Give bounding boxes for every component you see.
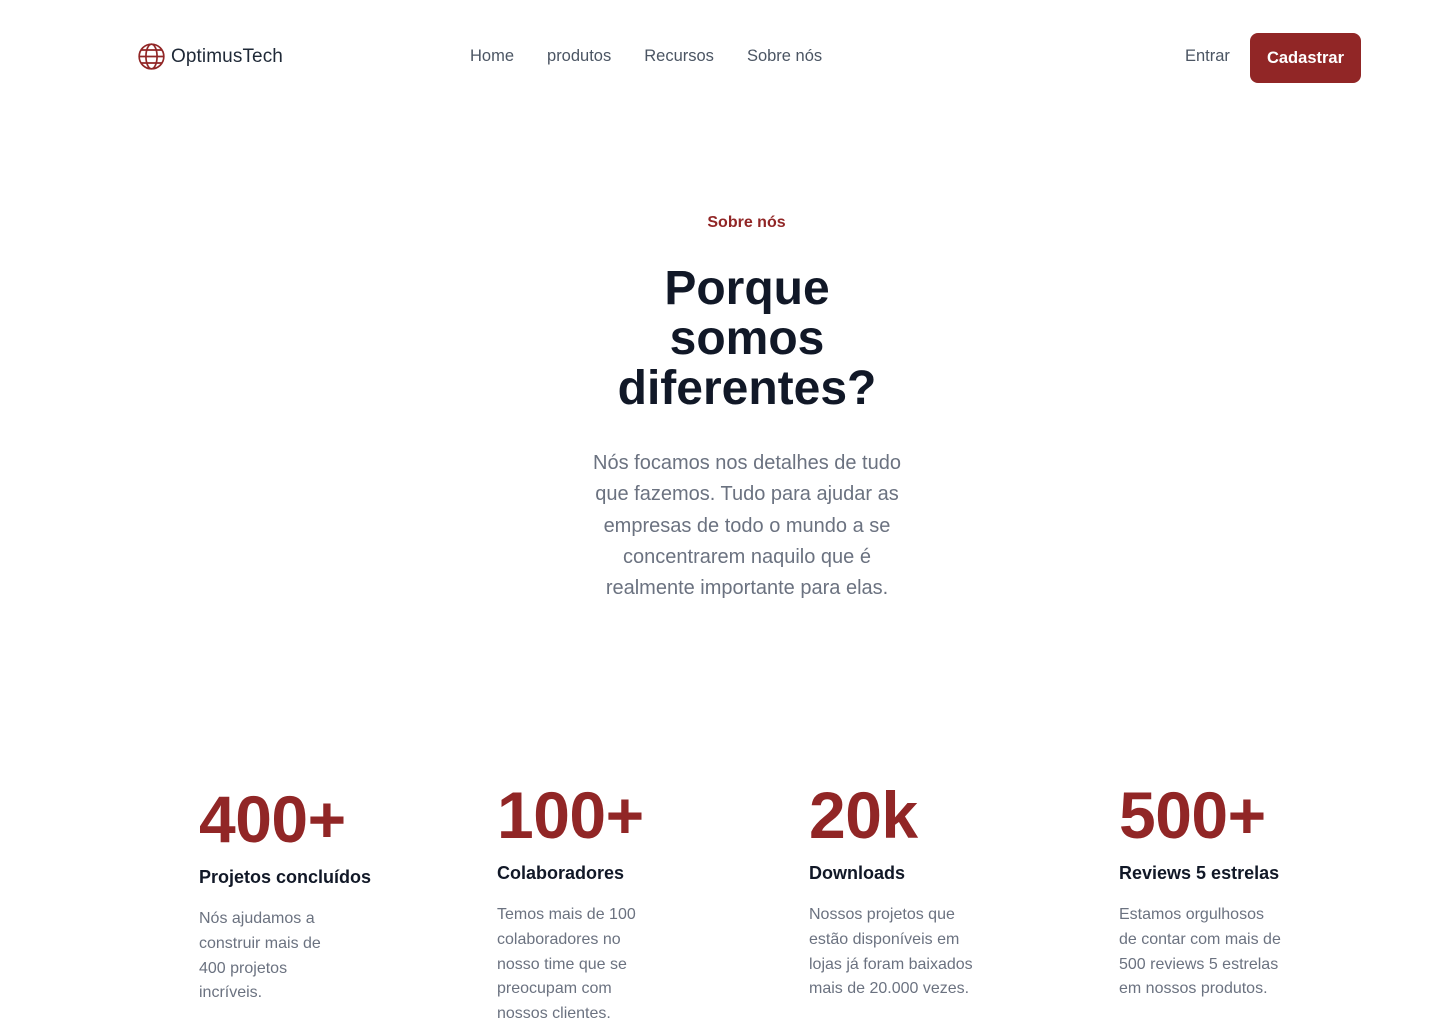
globe-icon bbox=[137, 42, 166, 71]
stat-label: Reviews 5 estrelas bbox=[1119, 863, 1280, 883]
stat-card-reviews: 500+ Reviews 5 estrelas Estamos orgulhos… bbox=[1119, 782, 1319, 1002]
stat-label: Projetos concluídos bbox=[199, 867, 372, 887]
main-menu: Home produtos Recursos Sobre nós bbox=[470, 47, 822, 66]
stat-value: 20k bbox=[809, 778, 918, 852]
stat-label: Downloads bbox=[809, 863, 906, 883]
stat-label: Colaboradores bbox=[497, 863, 625, 883]
stat-description: Temos mais de 100 colaboradores no nosso… bbox=[497, 906, 636, 1023]
stat-value: 100+ bbox=[497, 778, 644, 852]
signin-link[interactable]: Entrar bbox=[1185, 47, 1230, 66]
page-title: Porque somos diferentes? bbox=[617, 262, 877, 415]
nav-link-home[interactable]: Home bbox=[470, 47, 514, 66]
stat-value: 400+ bbox=[199, 782, 346, 856]
section-description: Nós focamos nos detalhes de tudo que faz… bbox=[593, 452, 901, 600]
top-navigation: OptimusTech Home produtos Recursos Sobre… bbox=[0, 0, 1440, 116]
nav-link-produtos[interactable]: produtos bbox=[547, 47, 611, 66]
stat-card-downloads: 20k Downloads Nossos projetos que estão … bbox=[809, 782, 1009, 1002]
signup-button[interactable]: Cadastrar bbox=[1250, 33, 1361, 83]
stat-description: Estamos orgulhosos de contar com mais de… bbox=[1119, 906, 1281, 998]
stat-card-colaboradores: 100+ Colaboradores Temos mais de 100 col… bbox=[497, 782, 697, 1024]
section-eyebrow: Sobre nós bbox=[707, 214, 786, 231]
brand-logo[interactable]: OptimusTech bbox=[137, 42, 283, 71]
stat-description: Nós ajudamos a construir mais de 400 pro… bbox=[199, 910, 321, 1002]
stat-description: Nossos projetos que estão disponíveis em… bbox=[809, 906, 973, 998]
nav-link-sobre-nos[interactable]: Sobre nós bbox=[747, 47, 822, 66]
stat-value: 500+ bbox=[1119, 778, 1266, 852]
nav-link-recursos[interactable]: Recursos bbox=[644, 47, 714, 66]
stat-card-projetos: 400+ Projetos concluídos Nós ajudamos a … bbox=[199, 786, 374, 1006]
brand-name: OptimusTech bbox=[171, 45, 283, 67]
